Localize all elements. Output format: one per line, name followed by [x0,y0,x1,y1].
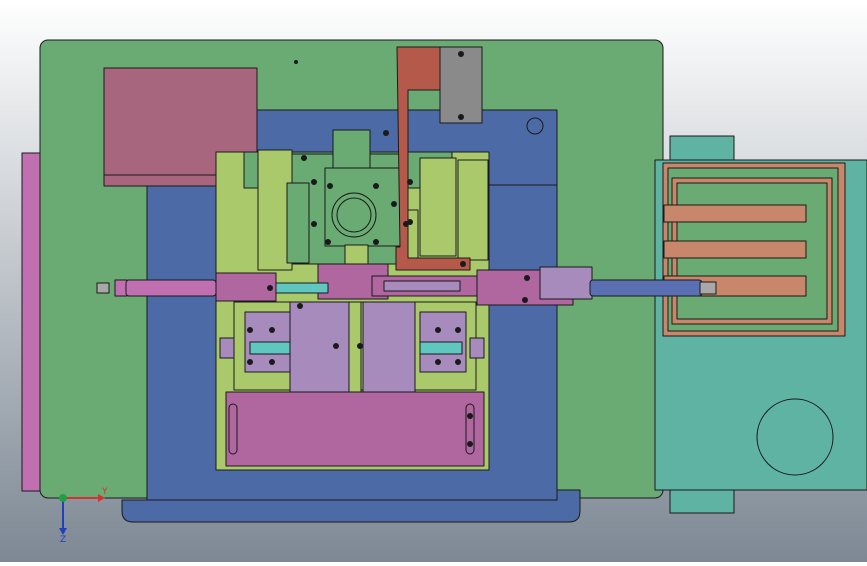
screw [391,201,397,207]
screw [373,239,379,245]
screw [455,327,461,333]
screw [297,303,303,309]
screw [269,359,275,365]
left-rod-clamp[interactable] [215,272,277,302]
right-jaw-knob[interactable] [469,337,485,359]
screw [373,183,379,189]
cad-viewport[interactable]: Y Z [0,0,867,562]
coil-winding-2[interactable] [663,240,807,259]
screw [458,114,464,120]
lens[interactable] [336,197,372,233]
motor-port-circle[interactable] [756,398,834,476]
screw [247,359,253,365]
screw [407,179,413,185]
screw [357,343,363,349]
screw [458,51,464,57]
left-rod-collar[interactable] [114,279,128,297]
screw [294,60,298,64]
motor-bottom-lug[interactable] [669,486,735,514]
screw [333,343,339,349]
screw [383,130,389,136]
screw [435,359,441,365]
screw [301,155,307,161]
bracket-mount-block[interactable] [439,46,483,124]
screw [522,297,528,303]
mounting-hole[interactable] [526,117,544,135]
left-push-rod[interactable] [125,279,217,297]
screw [467,441,473,447]
right-slide-insert[interactable] [383,280,461,292]
right-jaw[interactable] [362,301,416,395]
screw [269,327,275,333]
screw [247,327,253,333]
screw [327,183,333,189]
motor-top-lug[interactable] [669,135,735,161]
screw [467,413,473,419]
screw [267,285,273,291]
screw [524,275,530,281]
bottom-slot-left[interactable] [228,403,238,455]
coil-winding-1[interactable] [663,204,807,223]
triad-origin [59,494,67,502]
left-rod-shaft[interactable] [275,282,329,294]
left-jaw-shaft[interactable] [249,341,291,355]
right-jaw-shaft[interactable] [419,341,463,355]
screw [455,359,461,365]
screw [435,327,441,333]
cad-assembly-drawing[interactable]: Y Z [0,0,867,562]
carriage-top-block[interactable] [332,129,371,169]
left-rod-end[interactable] [96,282,110,294]
screw [311,179,317,185]
right-outer-rail[interactable] [457,159,489,261]
screw [407,219,413,225]
triad-y-label: Z [60,535,66,545]
left-jaw[interactable] [289,301,351,395]
triad-x-label: Y [101,487,108,497]
bottom-clamp-block[interactable] [225,391,485,467]
screw [460,261,466,267]
screw [325,239,331,245]
right-clamp-cap[interactable] [539,266,593,300]
carriage-left-plate[interactable] [286,182,310,264]
right-guide-rail[interactable] [419,157,457,257]
right-rod-end[interactable] [699,281,717,295]
screw [311,221,317,227]
right-push-rod[interactable] [589,279,703,297]
left-jaw-knob[interactable] [219,337,235,359]
